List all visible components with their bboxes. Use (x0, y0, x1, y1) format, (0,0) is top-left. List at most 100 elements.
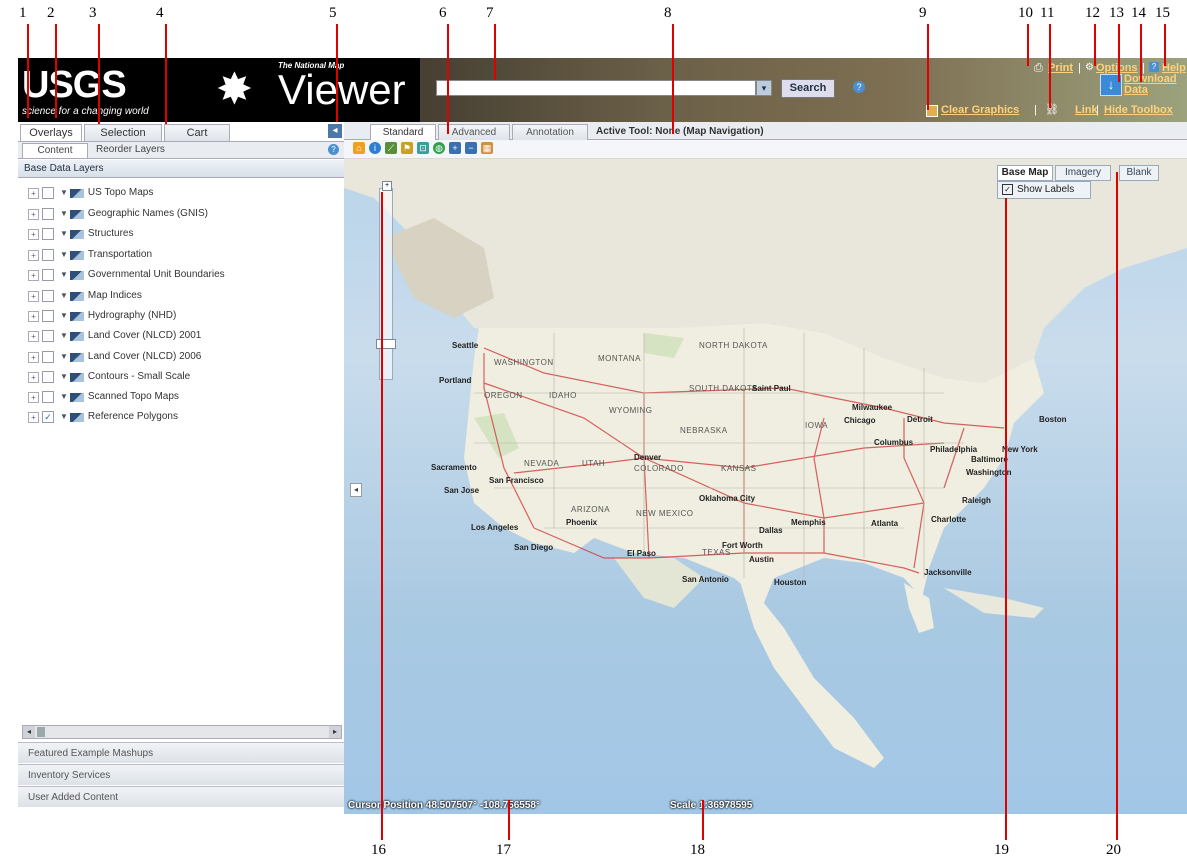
layer-checkbox[interactable] (42, 228, 54, 240)
spot-elevation-icon[interactable]: ⚑ (401, 142, 413, 154)
accordion-featured-mashups[interactable]: Featured Example Mashups (18, 742, 344, 763)
tab-annotation[interactable]: Annotation (512, 124, 588, 140)
horizontal-scrollbar[interactable]: ◂ ▸ (22, 725, 342, 739)
zoom-slider-handle[interactable] (376, 339, 396, 349)
expand-icon[interactable]: + (28, 208, 39, 220)
tab-overlays[interactable]: Overlays (20, 124, 82, 141)
layer-checkbox[interactable] (42, 351, 54, 363)
layer-icon (69, 188, 84, 198)
coordinates-icon[interactable]: ⊡ (417, 142, 429, 154)
show-labels-toggle[interactable]: ✓ Show Labels (997, 181, 1091, 199)
layer-row[interactable]: + ▼ Land Cover (NLCD) 2001 (28, 328, 201, 344)
accordion-inventory-services[interactable]: Inventory Services (18, 764, 344, 785)
chevron-down-icon[interactable]: ▼ (60, 247, 68, 263)
search-button[interactable]: Search (781, 79, 835, 98)
layer-checkbox[interactable] (42, 371, 54, 383)
chevron-down-icon[interactable]: ▼ (60, 328, 68, 344)
layer-checkbox[interactable] (42, 310, 54, 322)
chevron-down-icon[interactable]: ▼ (60, 206, 68, 222)
expand-icon[interactable]: + (28, 249, 39, 261)
chevron-down-icon[interactable]: ▼ (60, 226, 68, 242)
layer-checkbox[interactable] (42, 391, 54, 403)
expand-icon[interactable]: + (28, 351, 39, 363)
layer-checkbox[interactable]: ✓ (42, 411, 54, 423)
layer-checkbox[interactable] (42, 208, 54, 220)
layer-checkbox[interactable] (42, 187, 54, 199)
globe-icon[interactable]: ◍ (433, 142, 445, 154)
print-icon[interactable]: ⎙ (1034, 62, 1043, 75)
layer-row[interactable]: + ✓ ▼ Reference Polygons (28, 409, 178, 425)
imagery-button[interactable]: Imagery (1055, 165, 1111, 181)
print-link[interactable]: Print (1048, 62, 1073, 74)
search-dropdown-icon[interactable]: ▾ (756, 80, 772, 96)
tab-standard[interactable]: Standard (370, 124, 436, 140)
city-label: Raleigh (962, 496, 991, 505)
layer-row[interactable]: + ▼ Governmental Unit Boundaries (28, 267, 225, 283)
link-icon[interactable]: ⛓ (1045, 103, 1059, 116)
layer-checkbox[interactable] (42, 290, 54, 302)
hide-toolbox-link[interactable]: Hide Toolbox (1104, 104, 1173, 116)
info-icon[interactable]: i (369, 142, 381, 154)
tab-selection[interactable]: Selection (84, 124, 162, 141)
collapse-panel-icon[interactable]: ◂ (328, 124, 342, 138)
layer-row[interactable]: + ▼ Geographic Names (GNIS) (28, 206, 208, 222)
clear-graphics-link[interactable]: Clear Graphics (941, 104, 1019, 116)
show-labels-checkbox[interactable]: ✓ (1002, 183, 1013, 195)
expand-icon[interactable]: + (28, 310, 39, 322)
chevron-down-icon[interactable]: ▼ (60, 369, 68, 385)
expand-icon[interactable]: + (28, 411, 39, 423)
pan-left-icon[interactable]: ◂ (350, 483, 362, 497)
expand-icon[interactable]: + (28, 290, 39, 302)
layer-row[interactable]: + ▼ Contours - Small Scale (28, 369, 190, 385)
help-icon[interactable]: ? (328, 144, 339, 155)
expand-icon[interactable]: + (28, 391, 39, 403)
layer-row[interactable]: + ▼ Structures (28, 226, 134, 242)
chevron-down-icon[interactable]: ▼ (60, 389, 68, 405)
layer-label: Land Cover (NLCD) 2006 (87, 351, 202, 362)
options-icon[interactable]: ⚙ (1085, 62, 1094, 73)
layer-row[interactable]: + ▼ Land Cover (NLCD) 2006 (28, 349, 201, 365)
blank-button[interactable]: Blank (1119, 165, 1159, 181)
expand-icon[interactable]: + (28, 330, 39, 342)
layer-row[interactable]: + ▼ Hydrography (NHD) (28, 308, 176, 324)
layer-row[interactable]: + ▼ US Topo Maps (28, 185, 153, 201)
expand-icon[interactable]: + (28, 187, 39, 199)
chevron-down-icon[interactable]: ▼ (60, 409, 68, 425)
subtab-reorder-layers[interactable]: Reorder Layers (96, 143, 165, 157)
layer-checkbox[interactable] (42, 269, 54, 281)
download-data-link[interactable]: Download Data (1124, 74, 1184, 96)
basemap-button[interactable]: Base Map (997, 165, 1053, 181)
link-link[interactable]: Link (1075, 104, 1098, 116)
search-input[interactable] (436, 80, 756, 96)
chevron-down-icon[interactable]: ▼ (60, 288, 68, 304)
scroll-thumb[interactable] (37, 727, 45, 737)
search-help-icon[interactable]: ? (853, 81, 865, 93)
expand-icon[interactable]: + (28, 269, 39, 281)
accordion-user-added-content[interactable]: User Added Content (18, 786, 344, 807)
base-data-layers-header[interactable]: Base Data Layers (18, 160, 344, 178)
scroll-right-icon[interactable]: ▸ (329, 726, 341, 738)
scroll-left-icon[interactable]: ◂ (23, 726, 35, 738)
chevron-down-icon[interactable]: ▼ (60, 267, 68, 283)
chevron-down-icon[interactable]: ▼ (60, 308, 68, 324)
chevron-down-icon[interactable]: ▼ (60, 185, 68, 201)
expand-icon[interactable]: + (28, 228, 39, 240)
tab-cart[interactable]: Cart (164, 124, 230, 141)
map-canvas[interactable]: WASHINGTON OREGON IDAHO MONTANA WYOMING … (344, 158, 1187, 814)
chevron-down-icon[interactable]: ▼ (60, 349, 68, 365)
measure-icon[interactable]: ⟋ (385, 142, 397, 154)
home-icon[interactable]: ⌂ (353, 142, 365, 154)
usgs-logo[interactable]: USGS science for a changing world (18, 58, 200, 122)
layer-checkbox[interactable] (42, 330, 54, 342)
layer-row[interactable]: + ▼ Map Indices (28, 288, 142, 304)
zoom-out-icon[interactable]: − (465, 142, 477, 154)
zoom-in-icon[interactable]: + (382, 181, 392, 191)
subtab-content[interactable]: Content (22, 143, 88, 159)
layer-row[interactable]: + ▼ Transportation (28, 247, 152, 263)
expand-icon[interactable]: + (28, 371, 39, 383)
zoom-in-icon[interactable]: + (449, 142, 461, 154)
help-icon[interactable]: ? (1149, 62, 1159, 72)
layer-checkbox[interactable] (42, 249, 54, 261)
layer-row[interactable]: + ▼ Scanned Topo Maps (28, 389, 179, 405)
full-extent-icon[interactable]: ▦ (481, 142, 493, 154)
